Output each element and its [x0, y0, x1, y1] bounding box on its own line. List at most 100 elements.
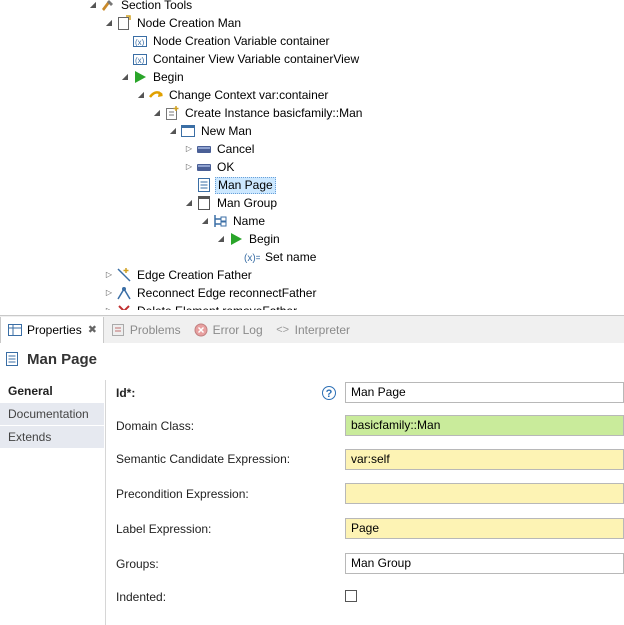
groups-field[interactable]: Man Group	[345, 553, 624, 574]
expanded-twisty-icon[interactable]: ◢	[88, 0, 98, 14]
semantic-candidate-label: Semantic Candidate Expression:	[116, 452, 291, 466]
interpreter-icon: <>	[276, 323, 290, 336]
widget-icon	[212, 213, 228, 229]
tree-item-begin-nested[interactable]: ◢ Begin	[216, 230, 282, 248]
indented-checkbox[interactable]	[345, 590, 357, 602]
section-tools-icon	[100, 0, 116, 13]
change-context-icon	[148, 87, 164, 103]
begin-icon	[132, 69, 148, 85]
page-icon	[196, 177, 212, 193]
collapsed-twisty-icon[interactable]: ▷	[104, 266, 114, 284]
page-title: Man Page	[27, 350, 98, 368]
precondition-field[interactable]	[345, 483, 624, 504]
domain-class-label: Domain Class:	[116, 419, 195, 433]
expanded-twisty-icon[interactable]: ◢	[152, 104, 162, 122]
tab-problems[interactable]: Problems	[104, 317, 187, 343]
svg-text:(x): (x)	[135, 38, 145, 47]
expanded-twisty-icon[interactable]: ◢	[168, 122, 178, 140]
tree-item-container-view-variable[interactable]: (x) Container View Variable containerVie…	[120, 50, 361, 68]
reconnect-icon	[116, 285, 132, 301]
tree-item-label: Man Page	[215, 176, 276, 194]
tree-item-label: Node Creation Man	[137, 16, 242, 30]
collapsed-twisty-icon[interactable]: ▷	[184, 140, 194, 158]
expanded-twisty-icon[interactable]: ◢	[184, 194, 194, 212]
expanded-twisty-icon[interactable]: ◢	[200, 212, 210, 230]
tree-item-delete-element[interactable]: ▷ Delete Element removeFather	[104, 302, 299, 310]
field-row-label-expression: Label Expression:	[116, 518, 211, 540]
tree-item-ok-button[interactable]: ▷ OK	[184, 158, 236, 176]
precondition-label: Precondition Expression:	[116, 487, 249, 501]
button-icon	[196, 159, 212, 175]
section-tab-documentation[interactable]: Documentation	[0, 403, 104, 426]
tree-item-node-creation[interactable]: ◢ Node Creation Man	[104, 14, 243, 32]
tree-item-set-name[interactable]: (x)= Set name	[232, 248, 318, 266]
begin-icon	[228, 231, 244, 247]
tree-item-section-tools[interactable]: ◢ Section Tools	[88, 0, 194, 14]
field-row-groups: Groups:	[116, 553, 159, 575]
tree-item-change-context[interactable]: ◢ Change Context var:container	[136, 86, 330, 104]
tree-item-man-page[interactable]: Man Page	[184, 176, 276, 194]
domain-class-field[interactable]: basicfamily::Man	[345, 415, 624, 436]
expanded-twisty-icon[interactable]: ◢	[216, 230, 226, 248]
collapsed-twisty-icon[interactable]: ▷	[184, 158, 194, 176]
no-twisty	[120, 32, 130, 50]
tree-item-begin[interactable]: ◢ Begin	[120, 68, 186, 86]
variable-icon: (x)	[132, 51, 148, 67]
id-field[interactable]: Man Page	[345, 382, 624, 403]
collapsed-twisty-icon[interactable]: ▷	[104, 284, 114, 302]
semantic-candidate-field[interactable]: var:self	[345, 449, 624, 470]
tree-item-label: Delete Element removeFather	[135, 302, 299, 310]
field-row-domain-class: Domain Class:	[116, 415, 194, 437]
tree-item-label: Section Tools	[121, 0, 193, 12]
tree-item-label: Reconnect Edge reconnectFather	[137, 286, 317, 300]
indented-label: Indented:	[116, 590, 167, 604]
property-section-tabs: General Documentation Extends	[0, 380, 104, 625]
node-creation-icon	[116, 15, 132, 31]
no-twisty	[120, 50, 130, 68]
field-row-precondition: Precondition Expression:	[116, 483, 249, 505]
no-twisty	[232, 248, 242, 266]
field-row-id: Id*:	[116, 382, 135, 404]
error-log-icon	[193, 322, 209, 338]
group-icon	[196, 195, 212, 211]
help-icon[interactable]: ?	[322, 386, 336, 400]
groups-label: Groups:	[116, 557, 159, 571]
delete-icon	[116, 303, 132, 310]
tree-item-man-group[interactable]: ◢ Man Group	[184, 194, 279, 212]
tree-item-label: Name	[233, 214, 266, 228]
collapsed-twisty-icon[interactable]: ▷	[104, 302, 114, 310]
tab-interpreter[interactable]: <> Interpreter	[269, 317, 356, 343]
id-label: Id*:	[116, 386, 136, 400]
tree-item-label: Set name	[265, 250, 317, 264]
tree-item-variable[interactable]: (x) Node Creation Variable container	[120, 32, 332, 50]
tree-item-edge-creation[interactable]: ▷ Edge Creation Father	[104, 266, 254, 284]
tree-item-label: OK	[217, 160, 235, 174]
variable-icon: (x)	[132, 33, 148, 49]
tab-label: Error Log	[212, 322, 263, 337]
tree-item-reconnect-edge[interactable]: ▷ Reconnect Edge reconnectFather	[104, 284, 318, 302]
no-twisty	[184, 176, 194, 194]
section-tab-extends[interactable]: Extends	[0, 426, 104, 449]
tree-item-name-widget[interactable]: ◢ Name	[200, 212, 267, 230]
expanded-twisty-icon[interactable]: ◢	[120, 68, 130, 86]
field-row-indented: Indented:	[116, 586, 166, 608]
tab-error-log[interactable]: Error Log	[187, 317, 269, 343]
tab-label: Properties	[27, 322, 82, 337]
tree-item-new-man-dialog[interactable]: ◢ New Man	[168, 122, 254, 140]
tree-item-cancel-button[interactable]: ▷ Cancel	[184, 140, 256, 158]
section-tab-general[interactable]: General	[0, 380, 104, 403]
tree-item-create-instance[interactable]: ◢ Create Instance basicfamily::Man	[152, 104, 364, 122]
tree-item-label: Man Group	[217, 196, 278, 210]
expanded-twisty-icon[interactable]: ◢	[136, 86, 146, 104]
set-icon: (x)=	[244, 249, 260, 265]
tree-item-label: Create Instance basicfamily::Man	[185, 106, 363, 120]
edge-creation-icon	[116, 267, 132, 283]
expanded-twisty-icon[interactable]: ◢	[104, 14, 114, 32]
label-expression-label: Label Expression:	[116, 522, 212, 536]
tree-item-label: Container View Variable containerView	[153, 52, 360, 66]
close-icon[interactable]: ✖	[88, 323, 97, 336]
tab-properties[interactable]: Properties ✖	[0, 316, 104, 343]
svg-text:(x)=: (x)=	[244, 253, 260, 264]
label-expression-field[interactable]: Page	[345, 518, 624, 539]
tab-label: Interpreter	[294, 322, 350, 337]
